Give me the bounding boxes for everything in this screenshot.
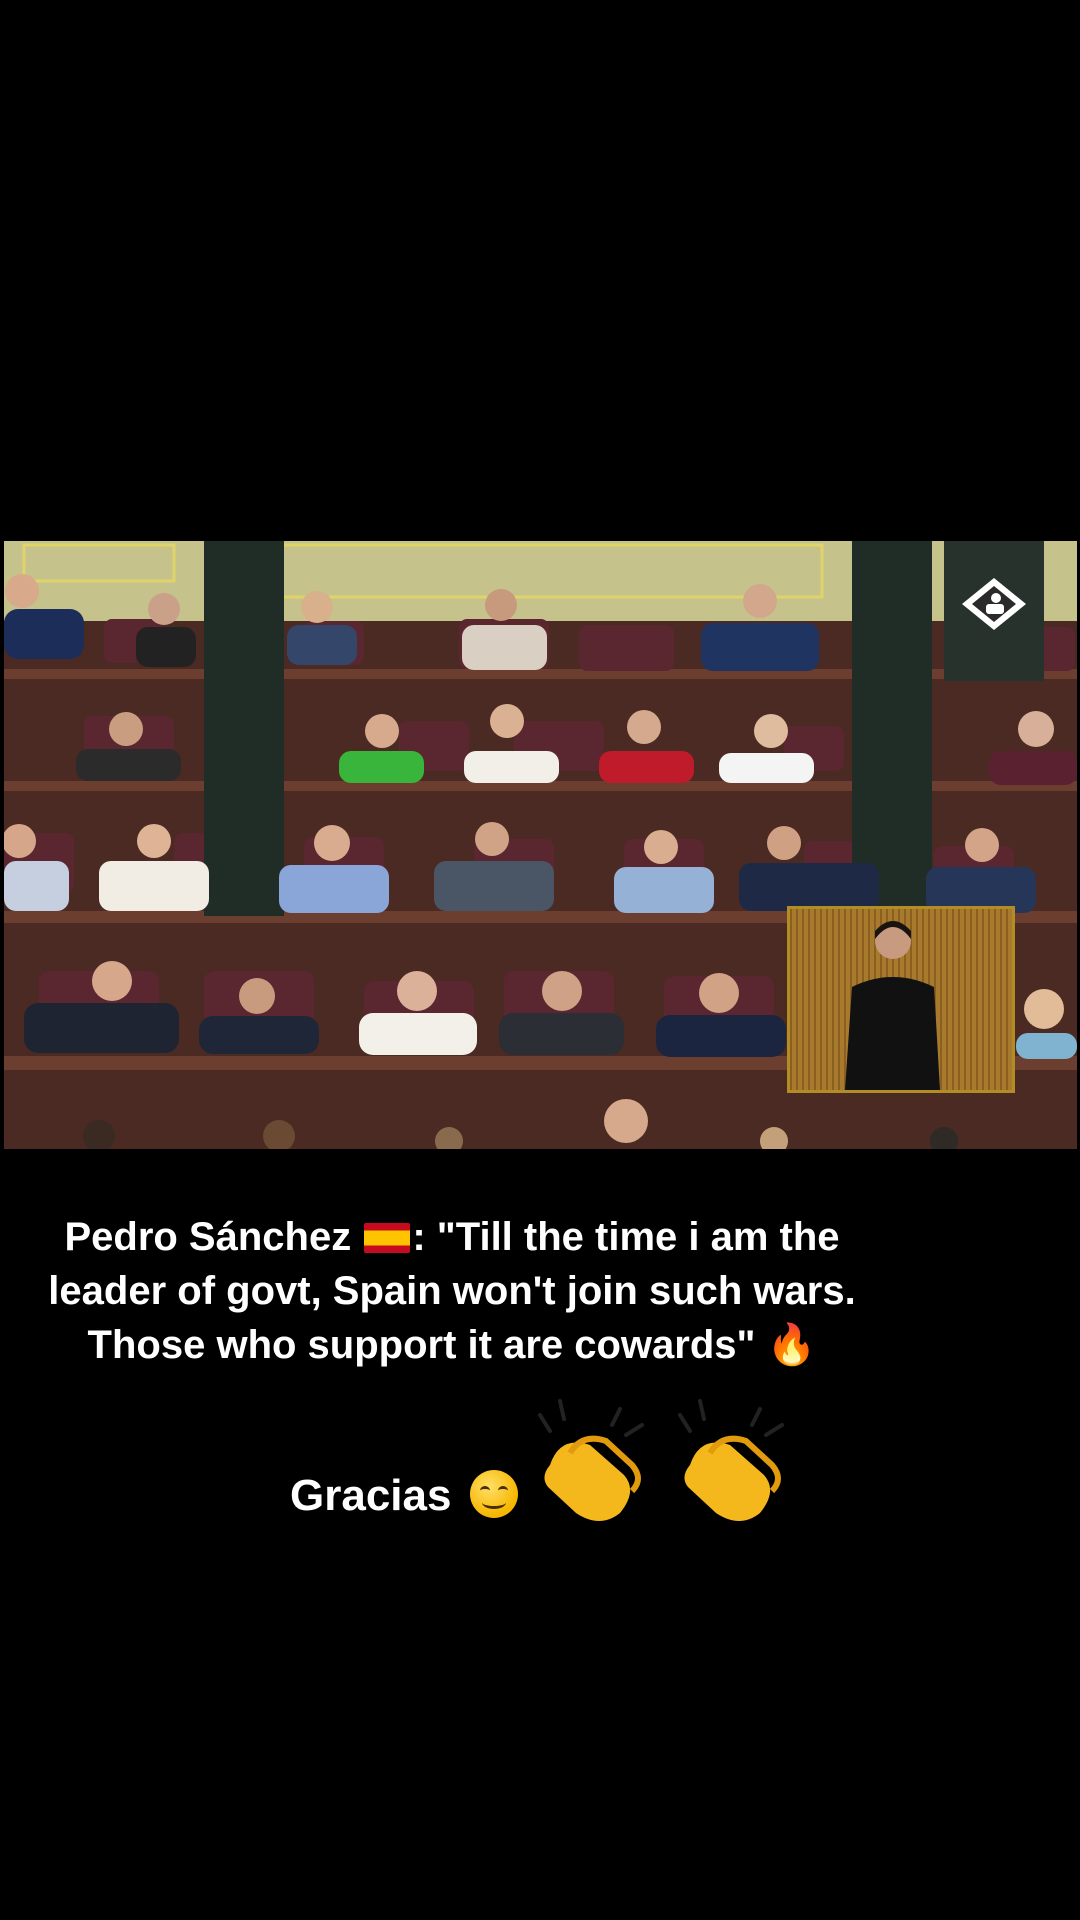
thanks-text: Gracias [290,1471,452,1520]
clapping-hands-icon-2 [678,1399,784,1521]
caption-line-1: Pedro Sánchez : "Till the time i am the [12,1210,892,1264]
sign-language-interpreter-inset [787,906,1015,1093]
spain-flag-icon [364,1223,411,1253]
caption-line-2: leader of govt, Spain won't join such wa… [48,1269,856,1313]
caption-line-1-rest: : "Till the time i am the [412,1215,840,1259]
clapping-hands-icon [538,1399,644,1521]
thanks-caption: Gracias [290,1470,518,1521]
smiling-face-icon [469,1470,518,1518]
caption-line-3: Those who support it are cowards" 🔥 [87,1322,817,1368]
quote-caption: Pedro Sánchez : "Till the time i am the … [12,1210,892,1372]
sign-language-logo-icon [958,576,1030,638]
speaker-name: Pedro Sánchez [64,1215,352,1259]
fire-icon: 🔥 [766,1322,817,1368]
